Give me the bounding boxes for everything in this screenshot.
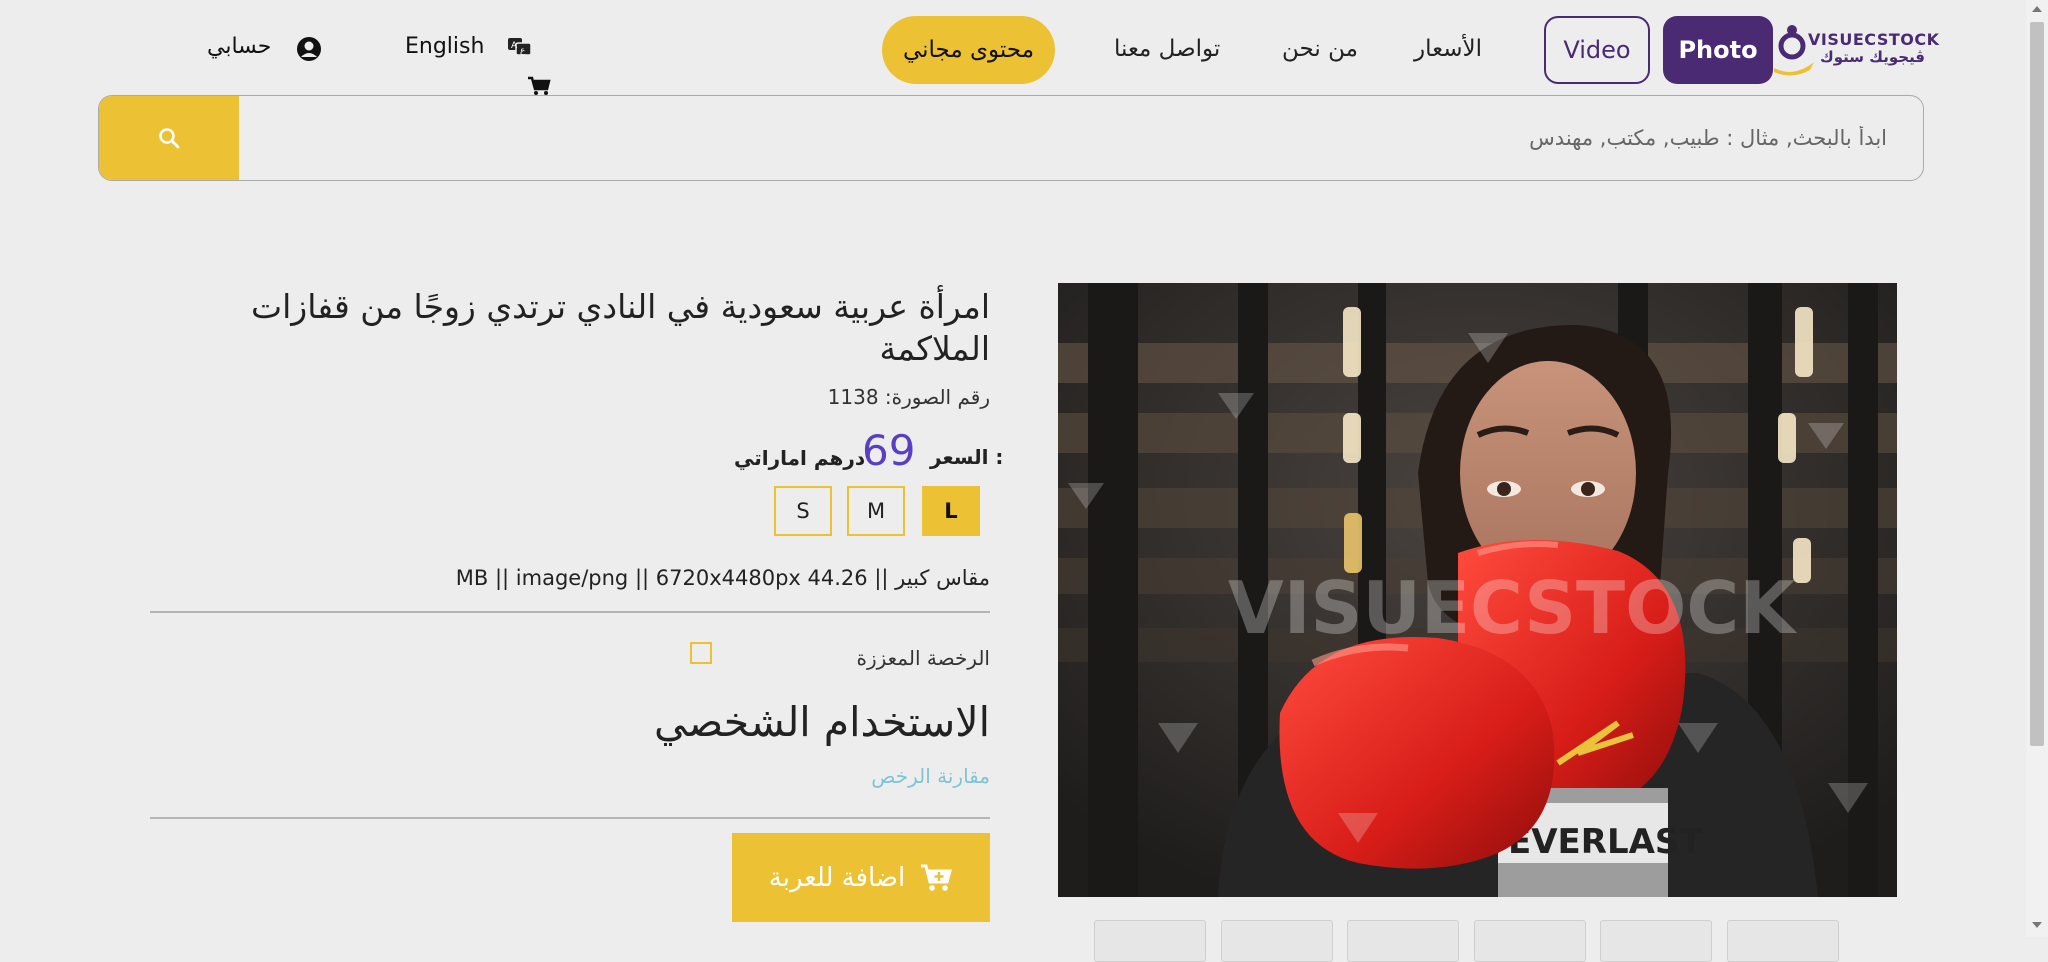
- thumbnail[interactable]: [1600, 920, 1712, 962]
- photo-button[interactable]: Photo: [1663, 16, 1773, 84]
- search-button[interactable]: [99, 96, 239, 180]
- nav-contact[interactable]: تواصل معنا: [1114, 36, 1220, 62]
- svg-text:A: A: [511, 41, 518, 51]
- thumbnail[interactable]: [1727, 920, 1839, 962]
- nav-pricing[interactable]: الأسعار: [1414, 36, 1482, 62]
- user-icon[interactable]: [296, 36, 322, 62]
- nav-about[interactable]: من نحن: [1282, 36, 1358, 62]
- extended-license-label: الرخصة المعززة: [856, 646, 990, 670]
- thumbnail[interactable]: [1221, 920, 1333, 962]
- price-currency: درهم اماراتي: [734, 446, 866, 470]
- divider: [150, 817, 990, 819]
- thumbnail[interactable]: [1347, 920, 1459, 962]
- scrollbar-thumb[interactable]: [2030, 22, 2044, 746]
- license-type: الاستخدام الشخصي: [654, 698, 990, 746]
- compare-licenses-link[interactable]: مقارنة الرخص: [760, 764, 990, 788]
- scroll-up-arrow-icon[interactable]: [2032, 6, 2042, 12]
- logo-text-en: VISUECSTOCK: [1808, 30, 1940, 49]
- watermark-text: VISUECSTOCK: [1228, 566, 1797, 650]
- price-value: 69: [862, 426, 916, 475]
- video-button[interactable]: Video: [1544, 16, 1650, 84]
- image-specs: مقاس كبير || 44.26 MB || image/png || 67…: [455, 566, 990, 590]
- search-icon: [159, 128, 180, 149]
- cart-icon[interactable]: [527, 76, 551, 96]
- size-option-l[interactable]: L: [922, 486, 980, 536]
- language-toggle[interactable]: English: [405, 34, 484, 59]
- translate-icon[interactable]: A ع: [507, 36, 533, 58]
- scroll-down-arrow-icon[interactable]: [2032, 922, 2042, 928]
- logo-text-ar: ڤيجويك ستوك: [1820, 48, 1926, 66]
- add-cart-icon: [921, 864, 953, 891]
- search-bar: [98, 95, 1924, 181]
- add-to-cart-button[interactable]: اضافة للعربة: [732, 833, 990, 922]
- logo[interactable]: VISUECSTOCK ڤيجويك ستوك: [1770, 8, 1939, 78]
- page-scrollbar[interactable]: [2026, 0, 2048, 937]
- svg-text:ع: ع: [520, 46, 526, 56]
- search-input[interactable]: [249, 96, 1923, 180]
- price-label: السعر :: [930, 445, 1004, 469]
- product-image[interactable]: EVERLAST VISUECSTOCK: [1058, 283, 1897, 897]
- thumbnail[interactable]: [1094, 920, 1206, 962]
- glove-brand: EVERLAST: [1508, 822, 1703, 862]
- divider: [150, 611, 990, 613]
- size-option-s[interactable]: S: [774, 486, 832, 536]
- photo-number: رقم الصورة: 1138: [827, 385, 990, 409]
- extended-license-checkbox[interactable]: [690, 642, 712, 664]
- thumbnail[interactable]: [1474, 920, 1586, 962]
- free-content-button[interactable]: محتوى مجاني: [882, 16, 1055, 84]
- product-title: امرأة عربية سعودية في النادي ترتدي زوجًا…: [251, 287, 990, 368]
- my-account-link[interactable]: حسابي: [207, 34, 271, 59]
- add-to-cart-label: اضافة للعربة: [768, 862, 906, 893]
- boxing-woman-photo: EVERLAST VISUECSTOCK: [1058, 283, 1897, 897]
- size-option-m[interactable]: M: [847, 486, 905, 536]
